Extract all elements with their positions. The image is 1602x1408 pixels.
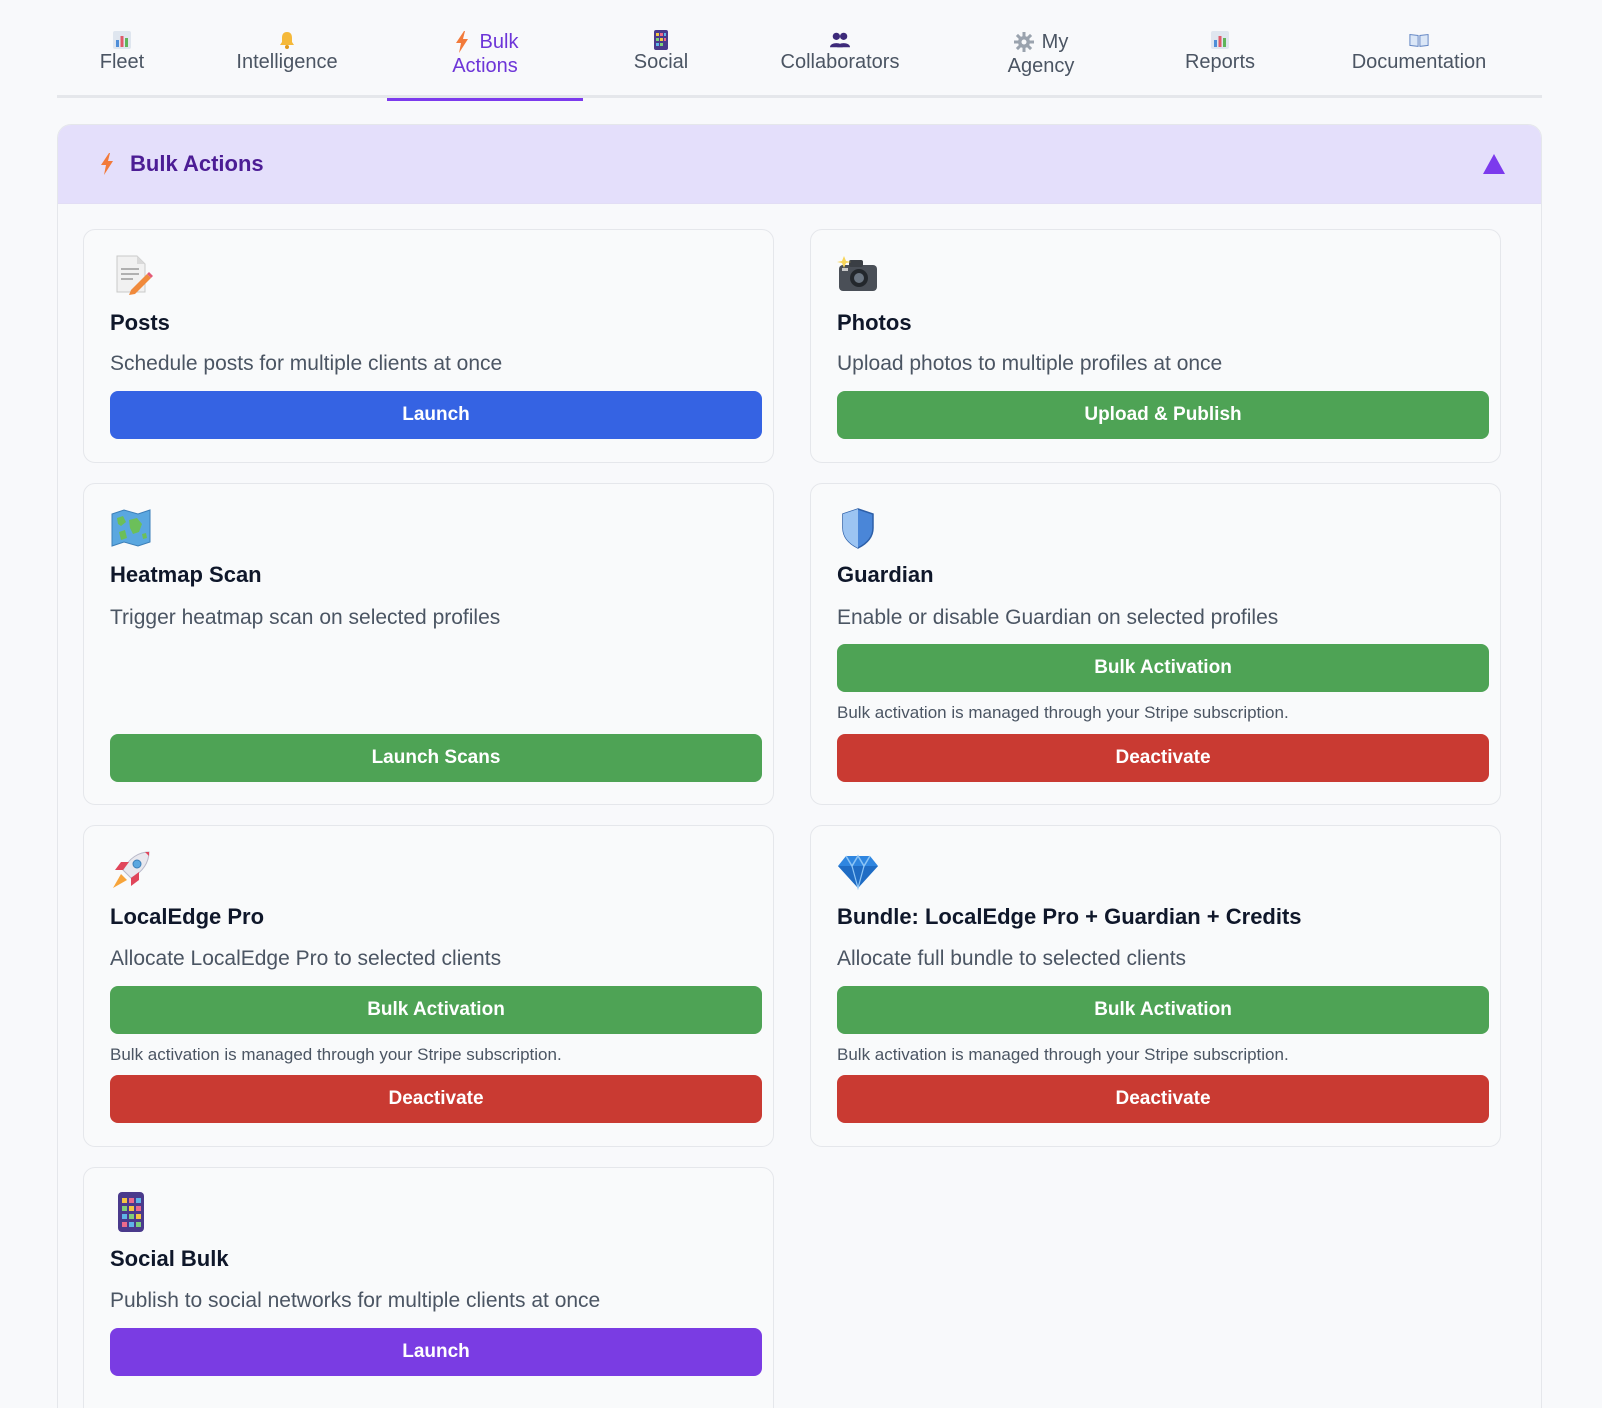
card-title: Heatmap Scan	[110, 562, 262, 587]
gem-icon	[836, 848, 880, 892]
tab-label: Social	[633, 51, 689, 73]
book-icon	[1409, 30, 1429, 50]
launch-social-button[interactable]: Launch	[110, 1328, 762, 1376]
lightning-icon	[452, 31, 472, 53]
tab-fleet[interactable]: Fleet	[57, 20, 187, 98]
localedge-deactivate-button[interactable]: Deactivate	[110, 1075, 762, 1123]
guardian-deactivate-button[interactable]: Deactivate	[837, 734, 1489, 782]
stripe-note: Bulk activation is managed through your …	[110, 1045, 562, 1064]
card-title: Photos	[837, 310, 912, 335]
bundle-card: Bundle: LocalEdge Pro + Guardian + Credi…	[810, 825, 1501, 1147]
photos-card: Photos Upload photos to multiple profile…	[810, 229, 1501, 463]
tab-label-line1: My	[1041, 31, 1069, 53]
memo-icon	[109, 252, 153, 296]
tab-intelligence[interactable]: Intelligence	[187, 20, 387, 98]
phone-icon	[109, 1190, 153, 1234]
posts-card: Posts Schedule posts for multiple client…	[83, 229, 774, 463]
card-description: Enable or disable Guardian on selected p…	[837, 606, 1279, 629]
tab-label: Agency	[1007, 55, 1075, 77]
social-bulk-card: Social Bulk Publish to social networks f…	[83, 1167, 774, 1408]
panel-header[interactable]: Bulk Actions	[58, 125, 1541, 204]
shield-icon	[836, 506, 880, 550]
tab-documentation[interactable]: Documentation	[1299, 20, 1539, 98]
card-title: Guardian	[837, 562, 934, 587]
panel-title: Bulk Actions	[130, 151, 264, 176]
bundle-bulk-activation-button[interactable]: Bulk Activation	[837, 986, 1489, 1034]
phone-icon	[651, 30, 671, 50]
tab-bulk-actions[interactable]: Bulk Actions	[387, 20, 583, 101]
card-title: LocalEdge Pro	[110, 904, 265, 929]
bar-chart-icon	[1210, 30, 1230, 50]
tab-label: Actions	[452, 55, 518, 77]
launch-scans-button[interactable]: Launch Scans	[110, 734, 762, 782]
gear-icon	[1013, 32, 1034, 52]
tab-label: Fleet	[99, 51, 145, 73]
card-title: Bundle: LocalEdge Pro + Guardian + Credi…	[837, 904, 1302, 929]
bulk-actions-panel: Bulk Actions Posts Schedule posts for mu…	[57, 124, 1542, 1408]
card-description: Allocate full bundle to selected clients	[837, 947, 1187, 970]
card-description: Schedule posts for multiple clients at o…	[110, 352, 503, 375]
tab-label: Documentation	[1351, 51, 1487, 73]
tab-collaborators[interactable]: Collaborators	[739, 20, 941, 98]
localedge-bulk-activation-button[interactable]: Bulk Activation	[110, 986, 762, 1034]
heatmap-card: Heatmap Scan Trigger heatmap scan on sel…	[83, 483, 774, 805]
tab-label: Collaborators	[780, 51, 900, 73]
card-description: Publish to social networks for multiple …	[110, 1289, 601, 1312]
guardian-bulk-activation-button[interactable]: Bulk Activation	[837, 644, 1489, 692]
launch-posts-button[interactable]: Launch	[110, 391, 762, 439]
card-title: Social Bulk	[110, 1246, 229, 1271]
tab-label: Intelligence	[236, 51, 338, 73]
collapse-toggle[interactable]	[1481, 152, 1507, 176]
bundle-deactivate-button[interactable]: Deactivate	[837, 1075, 1489, 1123]
tab-bar: Fleet Intelligence Bulk Actions Social C…	[57, 20, 1542, 101]
tab-label: Reports	[1184, 51, 1256, 73]
tab-label-line1: Bulk	[479, 31, 519, 53]
stripe-note: Bulk activation is managed through your …	[837, 1045, 1289, 1064]
triangle-up-icon	[1481, 154, 1507, 180]
lightning-icon	[96, 151, 118, 177]
upload-publish-button[interactable]: Upload & Publish	[837, 391, 1489, 439]
tab-social[interactable]: Social	[583, 20, 739, 98]
card-description: Allocate LocalEdge Pro to selected clien…	[110, 947, 502, 970]
card-description: Trigger heatmap scan on selected profile…	[110, 606, 501, 629]
bell-icon	[277, 30, 297, 50]
camera-icon	[836, 252, 880, 296]
tab-my-agency[interactable]: My Agency	[941, 20, 1141, 98]
card-title: Posts	[110, 310, 170, 335]
people-icon	[830, 30, 850, 50]
bar-chart-icon	[112, 30, 132, 50]
stripe-note: Bulk activation is managed through your …	[837, 703, 1289, 722]
map-icon	[109, 506, 153, 550]
rocket-icon	[109, 848, 153, 892]
card-description: Upload photos to multiple profiles at on…	[837, 352, 1223, 375]
localedge-card: LocalEdge Pro Allocate LocalEdge Pro to …	[83, 825, 774, 1147]
tab-reports[interactable]: Reports	[1141, 20, 1299, 98]
guardian-card: Guardian Enable or disable Guardian on s…	[810, 483, 1501, 805]
